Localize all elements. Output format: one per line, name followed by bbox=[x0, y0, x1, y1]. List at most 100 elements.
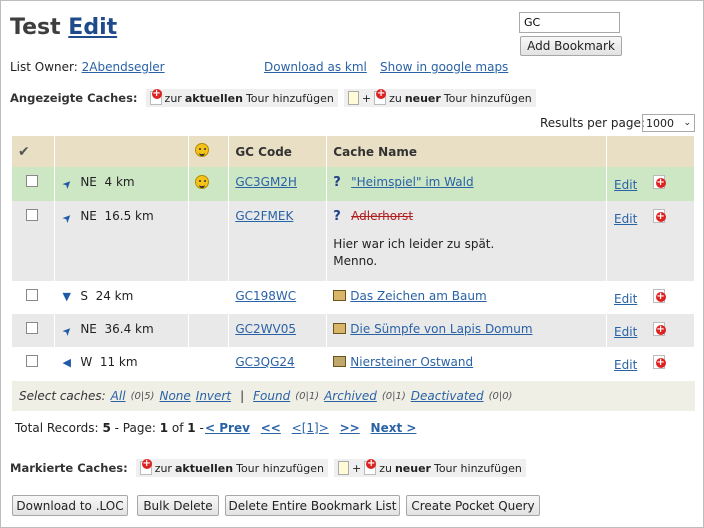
add-new-post: Tour hinzufügen bbox=[433, 461, 522, 475]
smiley-icon bbox=[195, 143, 210, 157]
marked-add-to-current-tour-button[interactable]: zur aktuellen Tour hinzufügen bbox=[135, 459, 328, 477]
row-checkbox[interactable] bbox=[26, 289, 38, 301]
select-archived-link[interactable]: Archived bbox=[324, 389, 377, 403]
add-tour-icon bbox=[364, 459, 377, 475]
create-pocket-query-button[interactable]: Create Pocket Query bbox=[406, 495, 540, 516]
distance: 11 km bbox=[99, 355, 138, 369]
direction-arrow-icon: ▼ bbox=[62, 290, 71, 303]
add-new-post: Tour hinzufügen bbox=[443, 91, 532, 105]
distance: 36.4 km bbox=[104, 322, 154, 336]
add-to-current-tour-button[interactable]: zur aktuellen Tour hinzufügen bbox=[145, 89, 338, 107]
download-loc-button[interactable]: Download to .LOC bbox=[12, 495, 128, 516]
cache-name-header: Cache Name bbox=[326, 136, 608, 167]
gc-code-link[interactable]: GC3GM2H bbox=[235, 175, 297, 189]
bookmark-search-input[interactable] bbox=[519, 12, 620, 33]
add-current-pre: zur bbox=[154, 461, 172, 475]
last-page-link[interactable]: >> bbox=[340, 421, 360, 435]
new-list-icon bbox=[337, 461, 349, 475]
add-tour-icon bbox=[139, 459, 152, 475]
owner-link[interactable]: 2Abendsegler bbox=[82, 60, 165, 74]
next-page-link[interactable]: Next > bbox=[371, 421, 417, 435]
checkmark-icon: ✔ bbox=[18, 143, 30, 160]
marked-add-to-new-tour-button[interactable]: + zu neuer Tour hinzufügen bbox=[333, 459, 526, 477]
results-per-page-value: 1000 bbox=[646, 116, 674, 130]
traditional-cache-icon bbox=[333, 356, 347, 367]
gc-code-link[interactable]: GC2FMEK bbox=[235, 209, 293, 223]
distance: 16.5 km bbox=[104, 209, 154, 223]
delete-bookmark-list-button[interactable]: Delete Entire Bookmark List bbox=[225, 495, 400, 516]
deactivated-count: (0|0) bbox=[488, 390, 513, 402]
cache-name-link[interactable]: Adlerhorst bbox=[351, 209, 413, 223]
delete-icon[interactable] bbox=[652, 355, 666, 369]
prev-page-link[interactable]: < Prev bbox=[205, 421, 250, 435]
page-text: - Page: bbox=[114, 421, 156, 435]
add-new-bold: neuer bbox=[404, 91, 441, 105]
table-row: ▼ S 24 km GC198WC Das Zeichen am Baum Ed… bbox=[12, 281, 695, 314]
direction-arrow-icon: ➤ bbox=[59, 323, 76, 340]
bookmark-list-page: Test Edit Add Bookmark List Owner: 2Aben… bbox=[0, 0, 704, 528]
gc-code-link[interactable]: GC2WV05 bbox=[235, 322, 296, 336]
select-deactivated-link[interactable]: Deactivated bbox=[411, 389, 484, 403]
bulk-delete-button[interactable]: Bulk Delete bbox=[137, 495, 219, 516]
gc-code-link[interactable]: GC3QG24 bbox=[235, 355, 294, 369]
title-edit-link[interactable]: Edit bbox=[68, 15, 117, 40]
edit-link[interactable]: Edit bbox=[614, 212, 637, 226]
cache-name-link[interactable]: Die Sümpfe von Lapis Domum bbox=[350, 322, 532, 336]
select-all-link[interactable]: All bbox=[111, 389, 126, 403]
cache-name-link[interactable]: Das Zeichen am Baum bbox=[350, 289, 486, 303]
row-checkbox[interactable] bbox=[26, 209, 38, 221]
mystery-cache-icon: ? bbox=[333, 175, 341, 190]
note-line: Menno. bbox=[333, 254, 378, 268]
plus-sign: + bbox=[361, 91, 372, 105]
first-page-link[interactable]: << bbox=[261, 421, 281, 435]
smiley-column-header bbox=[188, 136, 230, 167]
add-current-bold: aktuellen bbox=[174, 461, 234, 475]
select-column-header: ✔ bbox=[12, 136, 56, 167]
add-to-new-tour-button[interactable]: + zu neuer Tour hinzufügen bbox=[343, 89, 536, 107]
records-count: 5 bbox=[102, 421, 111, 435]
edit-link[interactable]: Edit bbox=[614, 325, 637, 339]
direction-arrow-icon: ◀ bbox=[62, 356, 71, 369]
displayed-caches-label: Angezeigte Caches: bbox=[10, 91, 138, 105]
total-pages: 1 bbox=[187, 421, 196, 435]
cache-name-link[interactable]: "Heimspiel" im Wald bbox=[351, 175, 473, 189]
add-bookmark-button[interactable]: Add Bookmark bbox=[520, 36, 622, 56]
google-maps-link[interactable]: Show in google maps bbox=[380, 60, 508, 74]
results-per-page-select[interactable]: 1000 ⌄ bbox=[642, 114, 695, 132]
delete-icon[interactable] bbox=[652, 175, 666, 189]
direction: W bbox=[80, 355, 93, 369]
gc-code-header: GC Code bbox=[228, 136, 328, 167]
cache-name-link[interactable]: Niersteiner Ostwand bbox=[350, 355, 473, 369]
add-tour-icon bbox=[149, 89, 162, 105]
select-found-link[interactable]: Found bbox=[253, 389, 290, 403]
pager: < Prev << <[1]> >> Next > bbox=[205, 421, 423, 435]
edit-link[interactable]: Edit bbox=[614, 292, 637, 306]
delete-icon[interactable] bbox=[652, 209, 666, 223]
multi-cache-icon bbox=[333, 290, 347, 301]
delete-icon[interactable] bbox=[652, 322, 666, 336]
cache-table: ✔ GC Code Cache Name ➤ NE 4 km GC3GM2H ?… bbox=[12, 136, 695, 381]
select-invert-link[interactable]: Invert bbox=[196, 389, 231, 403]
list-owner: List Owner: 2Abendsegler bbox=[10, 60, 165, 74]
distance: 4 km bbox=[104, 175, 135, 189]
row-checkbox[interactable] bbox=[26, 322, 38, 334]
select-none-link[interactable]: None bbox=[159, 389, 190, 403]
edit-link[interactable]: Edit bbox=[614, 358, 637, 372]
current-page-link[interactable]: <[1]> bbox=[292, 421, 329, 435]
add-current-bold: aktuellen bbox=[184, 91, 243, 105]
row-checkbox[interactable] bbox=[26, 355, 38, 367]
edit-link[interactable]: Edit bbox=[614, 178, 637, 192]
total-records: Total Records: 5 - Page: 1 of 1 - bbox=[15, 421, 204, 435]
delete-icon[interactable] bbox=[652, 289, 666, 303]
direction: NE bbox=[80, 209, 97, 223]
download-kml-link[interactable]: Download as kml bbox=[264, 60, 367, 74]
archived-count: (0|1) bbox=[381, 390, 406, 402]
gc-code-link[interactable]: GC198WC bbox=[235, 289, 296, 303]
row-checkbox[interactable] bbox=[26, 175, 38, 187]
chevron-down-icon: ⌄ bbox=[683, 118, 691, 128]
select-caches-label: Select caches: bbox=[19, 389, 106, 403]
records-prefix: Total Records: bbox=[15, 421, 99, 435]
multi-cache-icon bbox=[333, 323, 347, 334]
separator: | bbox=[240, 389, 245, 403]
actions-column-header bbox=[606, 136, 695, 167]
